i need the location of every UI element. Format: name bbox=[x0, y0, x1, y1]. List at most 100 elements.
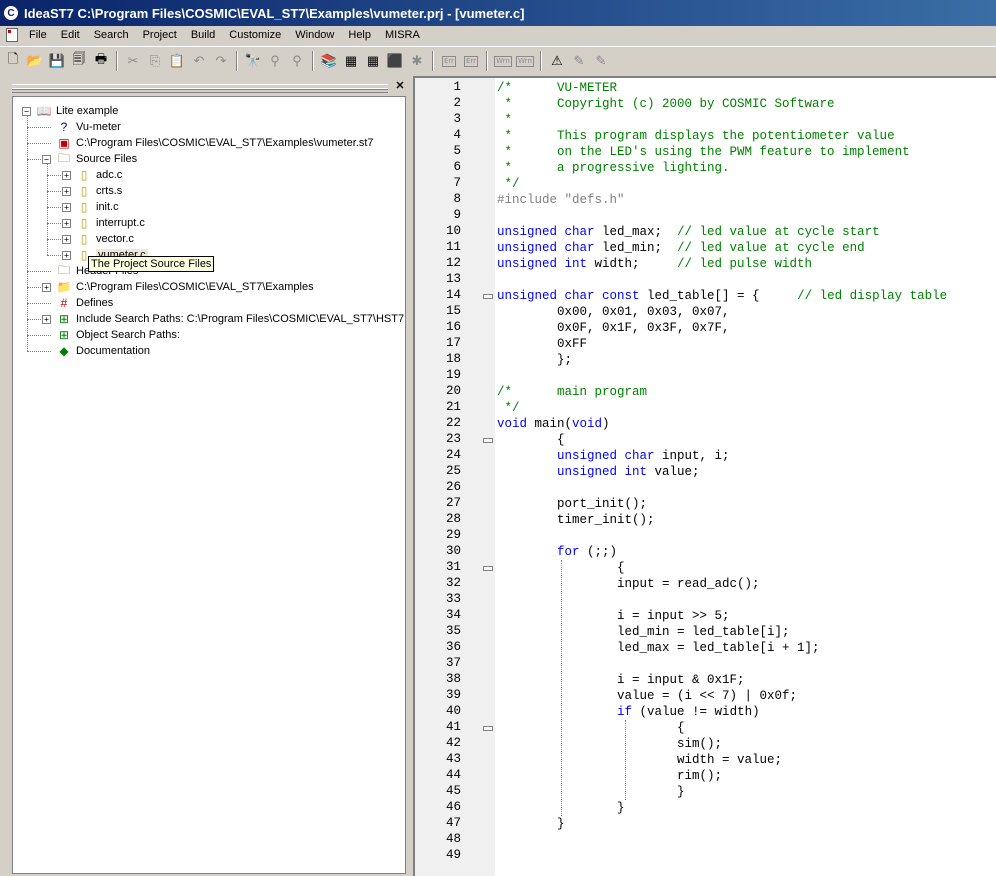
document-icon[interactable] bbox=[6, 28, 18, 42]
code-line: input = read_adc(); bbox=[497, 576, 760, 592]
tree-item[interactable]: ▯ crts.s bbox=[77, 183, 123, 199]
menu-customize[interactable]: Customize bbox=[222, 26, 288, 44]
line-number: 18 bbox=[445, 352, 461, 366]
menu-file[interactable]: File bbox=[22, 26, 54, 44]
tree-item[interactable]: 📖 Lite example bbox=[37, 103, 119, 119]
line-number: 25 bbox=[445, 464, 461, 478]
new-file-icon[interactable]: 🗋 bbox=[2, 50, 24, 72]
find-icon[interactable]: 🔭 bbox=[242, 50, 264, 72]
expand-icon[interactable]: + bbox=[42, 283, 51, 292]
expand-icon[interactable]: + bbox=[62, 171, 71, 180]
panel-grip-line bbox=[12, 88, 388, 93]
code-token: // led pulse width bbox=[677, 257, 813, 271]
replace-icon[interactable]: ⚲ bbox=[286, 50, 308, 72]
menu-build[interactable]: Build bbox=[184, 26, 222, 44]
expand-icon[interactable]: + bbox=[62, 235, 71, 244]
tree-item[interactable]: 📁 C:\Program Files\COSMIC\EVAL_ST7\Exampl… bbox=[57, 279, 314, 295]
code-line: { bbox=[497, 432, 565, 448]
tree-item[interactable]: ▯ interrupt.c bbox=[77, 215, 145, 231]
tree-item[interactable]: ⊞ Include Search Paths: C:\Program Files\… bbox=[57, 311, 405, 327]
paste-icon[interactable]: 📋 bbox=[166, 50, 188, 72]
header-files-icon: 🗀 bbox=[57, 262, 70, 277]
menu-help[interactable]: Help bbox=[341, 26, 378, 44]
line-number: 24 bbox=[445, 448, 461, 462]
rebuild-icon[interactable]: ▦ bbox=[362, 50, 384, 72]
expand-icon[interactable]: + bbox=[62, 187, 71, 196]
tree-item[interactable]: ▯ vector.c bbox=[77, 231, 134, 247]
code-line: timer_init(); bbox=[497, 512, 655, 528]
code-token: unsigned char bbox=[557, 449, 655, 463]
code-line: 0x00, 0x01, 0x03, 0x07, bbox=[497, 304, 730, 320]
find-next-icon[interactable]: ⚲ bbox=[264, 50, 286, 72]
panel-header: ✕ bbox=[10, 80, 408, 94]
cut-icon[interactable]: ✂ bbox=[122, 50, 144, 72]
fold-marker-icon[interactable] bbox=[483, 566, 493, 571]
code-line: i = input >> 5; bbox=[497, 608, 730, 624]
misra-report-icon[interactable]: ✎ bbox=[590, 50, 612, 72]
tree-item[interactable]: ◆ Documentation bbox=[57, 343, 150, 359]
fold-marker-icon[interactable] bbox=[483, 294, 493, 299]
tree-item[interactable]: 🗀 Source Files bbox=[57, 151, 137, 167]
code-editor[interactable]: 1 /* VU-METER 2 * Copyright (c) 2000 by CO… bbox=[413, 76, 996, 876]
menu-edit[interactable]: Edit bbox=[54, 26, 87, 44]
print-icon[interactable]: 🖶 bbox=[90, 50, 112, 72]
expand-icon[interactable]: + bbox=[62, 203, 71, 212]
expand-icon[interactable]: + bbox=[62, 251, 71, 260]
code-line: unsigned char input, i; bbox=[497, 448, 730, 464]
expand-icon[interactable]: + bbox=[42, 315, 51, 324]
line-number: 16 bbox=[445, 320, 461, 334]
tree-item[interactable]: # Defines bbox=[57, 295, 114, 311]
code-token: /* VU-METER bbox=[497, 81, 618, 95]
code-token: #include "defs.h" bbox=[497, 193, 625, 207]
save-icon[interactable]: 💾 bbox=[46, 50, 68, 72]
line-number: 23 bbox=[445, 432, 461, 446]
menu-project[interactable]: Project bbox=[136, 26, 184, 44]
next-error-icon[interactable]: Err bbox=[438, 50, 460, 72]
code-token: (;;) bbox=[579, 545, 618, 559]
expand-icon[interactable]: + bbox=[62, 219, 71, 228]
code-line: for (;;) bbox=[497, 544, 617, 560]
fold-marker-icon[interactable] bbox=[483, 438, 493, 443]
open-folder-icon[interactable]: 📂 bbox=[24, 50, 46, 72]
toolbar-separator bbox=[312, 51, 314, 71]
misra-check-icon[interactable]: ✎ bbox=[568, 50, 590, 72]
tree-item-label: Defines bbox=[76, 297, 114, 309]
misra-icon[interactable]: ⚠ bbox=[546, 50, 568, 72]
tree-item[interactable]: ⊞ Object Search Paths: bbox=[57, 327, 180, 343]
menu-search[interactable]: Search bbox=[87, 26, 136, 44]
tree-item[interactable]: ▣ C:\Program Files\COSMIC\EVAL_ST7\Exampl… bbox=[57, 135, 374, 151]
tree-item[interactable]: ▯ init.c bbox=[77, 199, 119, 215]
fold-marker-icon[interactable] bbox=[483, 726, 493, 731]
tree-item-label: C:\Program Files\COSMIC\EVAL_ST7\Example… bbox=[76, 137, 374, 149]
tree-item[interactable]: ? Vu-meter bbox=[57, 119, 121, 135]
code-line: port_init(); bbox=[497, 496, 647, 512]
menu-window[interactable]: Window bbox=[288, 26, 341, 44]
copy-icon[interactable]: ⎘ bbox=[144, 50, 166, 72]
line-number: 49 bbox=[445, 848, 461, 862]
code-token: timer_init(); bbox=[497, 513, 655, 527]
save-all-icon[interactable]: 🗐 bbox=[68, 50, 90, 72]
stop-build-icon[interactable]: ⬛ bbox=[384, 50, 406, 72]
next-warning-icon[interactable]: Wrn bbox=[492, 50, 514, 72]
code-line: * Copyright (c) 2000 by COSMIC Software bbox=[497, 96, 835, 112]
tree-item-label: vector.c bbox=[96, 233, 134, 245]
compile-icon[interactable]: 📚 bbox=[318, 50, 340, 72]
include-paths-icon: ⊞ bbox=[58, 312, 70, 326]
menu-misra[interactable]: MISRA bbox=[378, 26, 427, 44]
code-line: } bbox=[497, 816, 565, 832]
undo-icon[interactable]: ↶ bbox=[188, 50, 210, 72]
debug-icon[interactable]: ✱ bbox=[406, 50, 428, 72]
code-token: unsigned char bbox=[497, 225, 595, 239]
redo-icon[interactable]: ↷ bbox=[210, 50, 232, 72]
build-icon[interactable]: ▦ bbox=[340, 50, 362, 72]
close-panel-icon[interactable]: ✕ bbox=[394, 80, 406, 92]
code-line: } bbox=[497, 784, 685, 800]
code-token: } bbox=[497, 817, 565, 831]
line-number: 2 bbox=[453, 96, 461, 110]
prev-error-icon[interactable]: Err bbox=[460, 50, 482, 72]
prev-warning-icon[interactable]: Wrn bbox=[514, 50, 536, 72]
tree-item[interactable]: ▯ adc.c bbox=[77, 167, 123, 183]
tree-item-label: adc.c bbox=[96, 169, 123, 181]
code-token: led_min = led_table[i]; bbox=[497, 625, 790, 639]
